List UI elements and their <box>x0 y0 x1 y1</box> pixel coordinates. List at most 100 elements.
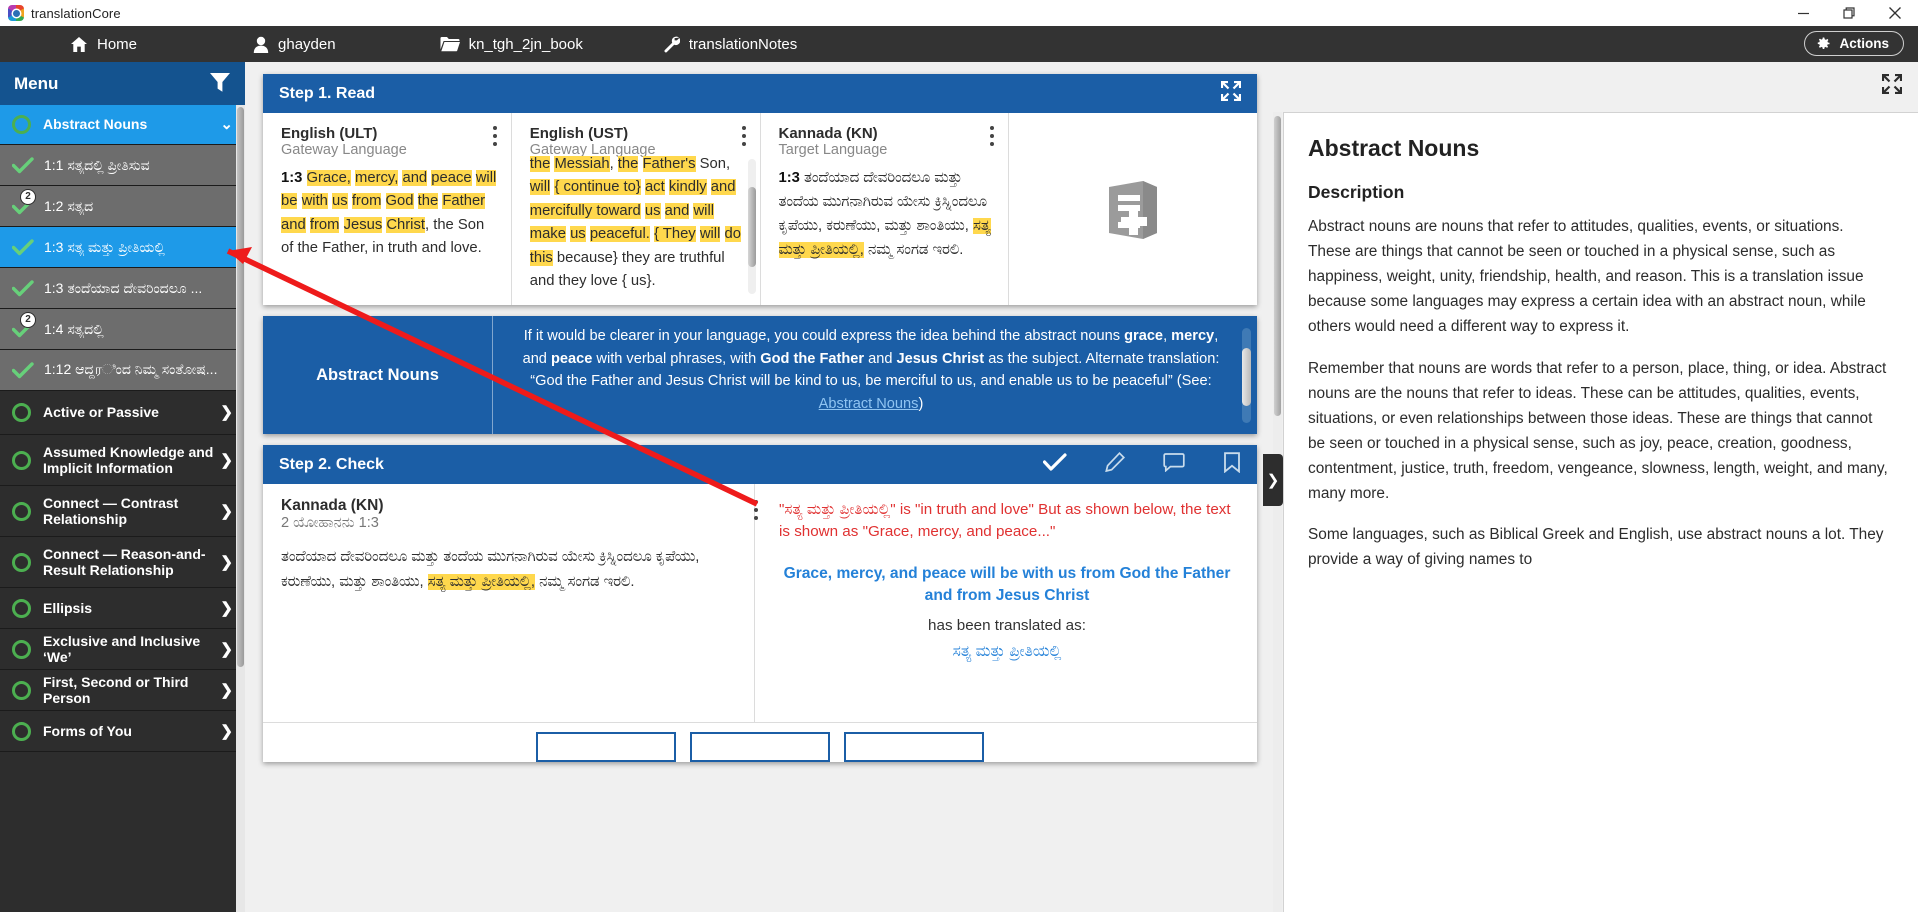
circle-open-icon <box>12 115 31 134</box>
step2-card: Step 2. Check Kannada (KN) 2 ಯೋಹಾನನು 1:3… <box>263 445 1257 762</box>
application-window: translationCore Home ghayden kn_tgh_2jn_… <box>0 0 1918 912</box>
nav-label-home: Home <box>97 35 138 53</box>
chevron-right-icon: ❯ <box>220 640 233 658</box>
footer-button-left[interactable] <box>536 732 676 762</box>
nav-item-home[interactable]: Home <box>56 26 151 62</box>
step2-target-text: ತಂದೆಯಾದ ದೇವರಿಂದಲೂ ಮತ್ತು ತಂದೆಯ ಮುಗನಾಗಿರುವ… <box>281 549 700 591</box>
right-panel-scrollbar-thumb[interactable] <box>1274 116 1281 416</box>
step2-footer <box>263 722 1257 762</box>
check-icon[interactable] <box>1042 453 1067 476</box>
abstract-nouns-link[interactable]: Abstract Nouns <box>819 396 919 412</box>
right-panel-paragraph: Abstract nouns are nouns that refer to a… <box>1308 218 1866 335</box>
pane-subtitle: Gateway Language <box>281 142 407 158</box>
kebab-menu-icon[interactable] <box>741 126 746 150</box>
note-word-peace: peace <box>550 350 593 367</box>
note-body-prefix: If it would be clearer in your language,… <box>523 328 1125 344</box>
sidebar-item-label: 1:4 ಸತ್ಯದಲ್ಲಿ <box>44 320 104 337</box>
sidebar-group-label: Abstract Nouns <box>43 116 148 133</box>
chevron-right-icon: ❯ <box>220 553 233 571</box>
check-icon: 2 <box>12 311 36 338</box>
expand-icon[interactable] <box>1881 73 1903 97</box>
filter-icon[interactable] <box>209 72 231 96</box>
sidebar-item-check[interactable]: 1:12 ಆದ್ದரಿಂದ ನಿಮ್ಮ ಸಂತೋಷ... <box>0 350 245 391</box>
step2-left-pane: Kannada (KN) 2 ಯೋಹಾನನು 1:3 ತಂದೆಯಾದ ದೇವರಿ… <box>263 484 758 722</box>
nav-label-project: kn_tgh_2jn_book <box>468 35 583 53</box>
step2-translated-label: has been translated as: <box>928 616 1086 634</box>
ust-verse-text: the Messiah, the Father's Son, will { co… <box>529 156 741 289</box>
note-title: Abstract Nouns <box>263 316 493 434</box>
comment-icon[interactable] <box>1163 452 1185 477</box>
step1-title: Step 1. Read <box>279 84 376 102</box>
sidebar-group-first-second-third-person[interactable]: First, Second or Third Person ❯ <box>0 670 245 711</box>
sidebar-group-assumed-knowledge[interactable]: Assumed Knowledge and Implicit Informati… <box>0 435 245 486</box>
user-icon <box>253 36 269 53</box>
kebab-menu-icon[interactable] <box>492 126 497 150</box>
footer-button-middle[interactable] <box>690 732 830 762</box>
title-bar: translationCore <box>0 0 1918 26</box>
ust-scrollbar[interactable] <box>747 159 756 294</box>
nav-item-tool[interactable]: translationNotes <box>649 26 811 62</box>
pane-english-ust: English (UST) Gateway Language the Messi… <box>512 113 761 305</box>
sidebar-item-label: 1:2 ಸತ್ಯದ <box>44 197 94 214</box>
circle-open-icon <box>12 552 31 572</box>
folder-icon <box>440 36 460 52</box>
sidebar-item-check[interactable]: 1:3 ತಂದೆಯಾದ ದೇವರಿಂದಲೂ ... <box>0 268 245 309</box>
sidebar-group-connect-contrast[interactable]: Connect — Contrast Relationship ❯ <box>0 486 245 537</box>
circle-open-icon <box>12 403 31 422</box>
pane-english-ult: English (ULT) Gateway Language 1:3 Grace… <box>263 113 512 305</box>
sidebar-item-label: 1:12 ಆದ್ದரಿಂದ ನಿಮ್ಮ ಸಂತೋಷ... <box>44 360 218 377</box>
window-controls <box>1780 0 1918 26</box>
drawer-toggle[interactable]: ❯ <box>1263 454 1283 506</box>
step2-title: Step 2. Check <box>279 455 384 473</box>
step2-warning-text: "ಸತ್ಯ ಮತ್ತು ಪ್ರೀತಿಯಲ್ಲಿ" is "in truth an… <box>779 501 1231 540</box>
right-panel-heading: Description <box>1308 182 1405 202</box>
sidebar-scrollbar[interactable] <box>236 105 245 912</box>
sidebar-group-ellipsis[interactable]: Ellipsis ❯ <box>0 588 245 629</box>
chevron-right-icon: ❯ <box>220 502 233 520</box>
footer-button-right[interactable] <box>844 732 984 762</box>
maximize-icon[interactable] <box>1826 0 1872 26</box>
sidebar-group-label: Connect — Contrast Relationship <box>43 494 179 527</box>
sidebar-group-label: Ellipsis <box>43 599 93 616</box>
note-scrollbar[interactable] <box>1242 328 1251 423</box>
nav-label-tool: translationNotes <box>688 35 798 53</box>
note-word-grace: grace <box>1124 328 1164 344</box>
expand-icon[interactable] <box>1220 80 1242 106</box>
actions-button[interactable]: Actions <box>1804 31 1904 56</box>
circle-open-icon <box>12 639 31 659</box>
sidebar-group-forms-of-you[interactable]: Forms of You ❯ <box>0 711 245 752</box>
note-scrollbar-thumb[interactable] <box>1242 348 1251 406</box>
ust-scrollbar-thumb[interactable] <box>747 187 756 267</box>
pencil-icon[interactable] <box>1105 451 1126 477</box>
sidebar-group-exclusive-inclusive-we[interactable]: Exclusive and Inclusive ‘We’ ❯ <box>0 629 245 670</box>
right-panel-title: Abstract Nouns <box>1308 135 1480 161</box>
sidebar-scrollbar-thumb[interactable] <box>237 107 244 667</box>
abstract-nouns-note-card: Abstract Nouns If it would be clearer in… <box>263 316 1257 434</box>
wrench-icon <box>663 36 680 53</box>
note-subject-1: God the Father <box>760 350 865 367</box>
nav-item-project[interactable]: kn_tgh_2jn_book <box>426 26 597 62</box>
right-panel-scrollbar[interactable] <box>1273 112 1282 912</box>
sidebar-item-check[interactable]: 2 1:4 ಸತ್ಯದಲ್ಲಿ <box>0 309 245 350</box>
circle-open-icon <box>12 501 31 521</box>
step1-card: Step 1. Read English (ULT) Gateway Langu… <box>263 74 1257 305</box>
kebab-menu-icon[interactable] <box>990 126 995 150</box>
book-add-icon[interactable] <box>1099 179 1171 244</box>
step2-reference: 2 ಯೋಹಾನನು 1:3 <box>281 515 379 531</box>
minimize-icon[interactable] <box>1780 0 1826 26</box>
note-mid: with verbal phrases, with <box>592 350 761 367</box>
close-icon[interactable] <box>1872 0 1918 26</box>
sidebar-group-connect-reason-result[interactable]: Connect — Reason-and-Result Relationship… <box>0 537 245 588</box>
step2-language: Kannada (KN) <box>281 497 384 514</box>
sidebar-group-active-or-passive[interactable]: Active or Passive ❯ <box>0 391 245 435</box>
sidebar-item-check-active[interactable]: 1:3 ಸತ್ಯ ಮತ್ತು ಪ್ರೀತಿಯಲ್ಲಿ <box>0 227 245 268</box>
bookmark-icon[interactable] <box>1223 451 1241 478</box>
pane-add-resource[interactable] <box>1009 113 1257 305</box>
sidebar-group-abstract-nouns[interactable]: Abstract Nouns ⌄ <box>0 105 245 145</box>
sidebar-item-check[interactable]: 1:1 ಸತ್ಯದಲ್ಲಿ ಪ್ರೀತಿಸುವ <box>0 145 245 186</box>
window-title: translationCore <box>31 5 121 21</box>
nav-item-user[interactable]: ghayden <box>239 26 350 62</box>
step2-phrase: Grace, mercy, and peace will be with us … <box>783 565 1231 604</box>
sidebar-item-check[interactable]: 2 1:2 ಸತ್ಯದ <box>0 186 245 227</box>
actions-label: Actions <box>1839 36 1889 51</box>
